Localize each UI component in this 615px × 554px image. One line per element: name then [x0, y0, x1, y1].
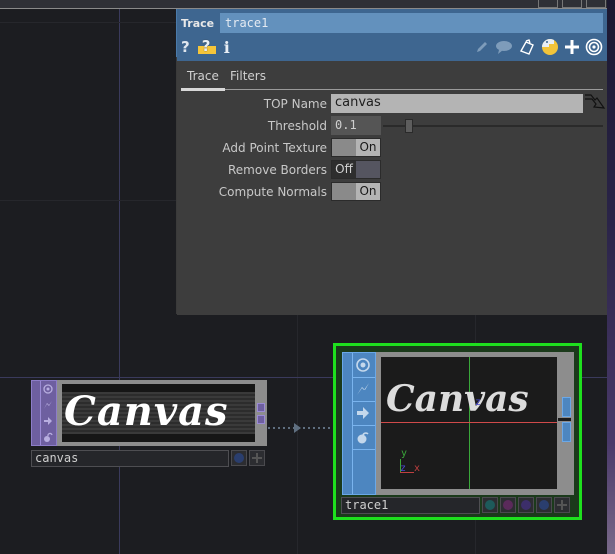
lock-icon[interactable]: [40, 429, 56, 444]
gizmo-label-y: y: [401, 448, 408, 459]
gizmo-label-x: x: [414, 463, 421, 474]
viewer-text: Canvas: [386, 378, 529, 420]
export-icon[interactable]: [352, 402, 374, 424]
add-flag-button[interactable]: [554, 497, 570, 513]
bypass-icon[interactable]: [352, 378, 374, 400]
add-icon: [557, 500, 567, 510]
axis-label-z: z: [475, 397, 482, 408]
node-viewer[interactable]: Canvas z y z x: [381, 357, 557, 489]
display-flag[interactable]: [231, 450, 247, 466]
viewer-text: Canvas: [64, 388, 229, 435]
output-connector[interactable]: [257, 415, 265, 424]
gizmo-label-z: z: [400, 463, 407, 474]
output-connector[interactable]: [257, 403, 265, 412]
template-flag[interactable]: [518, 497, 534, 513]
node-name-label[interactable]: canvas: [31, 450, 229, 467]
node-viewer[interactable]: Canvas: [62, 384, 255, 442]
node-trace1[interactable]: Canvas z y z x trace1: [333, 343, 582, 520]
bypass-icon[interactable]: [40, 397, 56, 412]
viewer-icon[interactable]: [40, 381, 56, 396]
output-connector[interactable]: [562, 397, 571, 417]
connector-divider: [558, 418, 571, 421]
y-axis-line: [469, 357, 470, 489]
add-icon: [252, 453, 262, 463]
output-connector[interactable]: [562, 422, 571, 442]
wire-direction-arrow: [294, 423, 301, 433]
viewer-icon[interactable]: [352, 354, 374, 376]
lock-icon[interactable]: [352, 426, 374, 448]
add-flag-button[interactable]: [249, 450, 265, 466]
node-name-label[interactable]: trace1: [341, 497, 480, 514]
render-flag[interactable]: [500, 497, 516, 513]
node-canvas[interactable]: Canvas canvas: [31, 380, 267, 468]
display-flag[interactable]: [482, 497, 498, 513]
export-icon[interactable]: [40, 413, 56, 428]
x-axis-line: [381, 422, 557, 423]
selectable-flag[interactable]: [536, 497, 552, 513]
